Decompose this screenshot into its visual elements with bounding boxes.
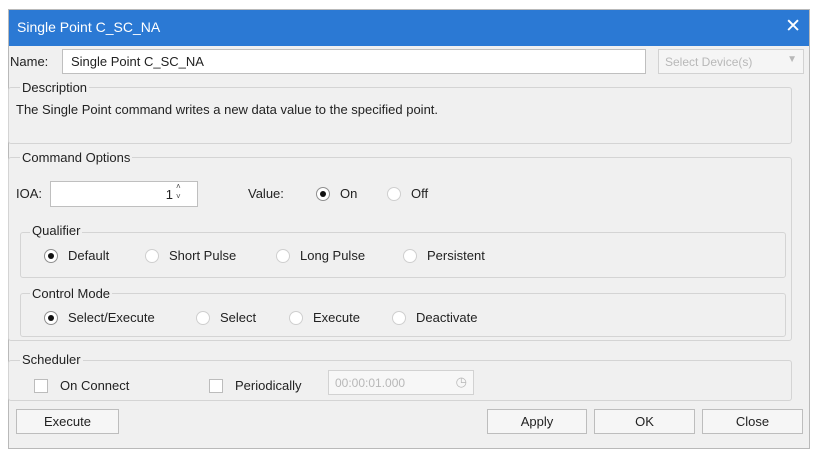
chevron-down-icon: ▼	[787, 54, 797, 65]
radio-label: Off	[411, 186, 429, 201]
radio-label: Select/Execute	[68, 310, 155, 325]
radio-button[interactable]	[145, 249, 159, 263]
scheduler-title: Scheduler	[20, 352, 83, 367]
checkbox-box[interactable]	[34, 379, 48, 393]
title-bar[interactable]: Single Point C_SC_NA ✕	[9, 10, 809, 46]
control-mode-title: Control Mode	[30, 286, 113, 301]
period-time-input[interactable]: 00:00:01.000 ◷	[328, 370, 474, 395]
ioa-spinner[interactable]: ˄ ˅	[176, 182, 181, 202]
chevron-down-icon[interactable]: ˅	[176, 192, 181, 202]
period-time-value: 00:00:01.000	[335, 376, 406, 390]
qualifier-title: Qualifier	[30, 223, 83, 238]
name-input[interactable]	[62, 49, 646, 74]
ioa-label: IOA:	[16, 186, 43, 201]
checkbox-label: Periodically	[235, 378, 302, 393]
radio-label: Short Pulse	[169, 248, 237, 263]
command-options-title: Command Options	[20, 150, 133, 165]
apply-button[interactable]: Apply	[487, 409, 587, 434]
radio-label: On	[340, 186, 358, 201]
radio-button[interactable]	[289, 311, 303, 325]
window-title: Single Point C_SC_NA	[17, 19, 161, 35]
radio-button[interactable]	[403, 249, 417, 263]
clock-icon[interactable]: ◷	[456, 374, 467, 390]
radio-button[interactable]	[392, 311, 406, 325]
description-text: The Single Point command writes a new da…	[16, 102, 439, 117]
select-device-label: Select Device(s)	[665, 55, 753, 69]
value-label: Value:	[248, 186, 284, 201]
description-title: Description	[20, 80, 90, 95]
radio-button[interactable]	[44, 249, 58, 263]
radio-button[interactable]	[316, 187, 330, 201]
radio-label: Execute	[313, 310, 360, 325]
select-device-dropdown[interactable]: Select Device(s) ▼	[658, 49, 804, 74]
chevron-up-icon[interactable]: ˄	[176, 182, 181, 192]
checkbox-label: On Connect	[60, 378, 130, 393]
name-label: Name:	[10, 54, 49, 69]
execute-button[interactable]: Execute	[16, 409, 119, 434]
radio-label: Persistent	[427, 248, 485, 263]
close-button[interactable]: Close	[702, 409, 803, 434]
radio-label: Default	[68, 248, 110, 263]
radio-button[interactable]	[196, 311, 210, 325]
radio-button[interactable]	[276, 249, 290, 263]
radio-label: Long Pulse	[300, 248, 366, 263]
radio-button[interactable]	[387, 187, 401, 201]
close-icon[interactable]: ✕	[785, 16, 801, 38]
radio-label: Deactivate	[416, 310, 478, 325]
checkbox-box[interactable]	[209, 379, 223, 393]
radio-button[interactable]	[44, 311, 58, 325]
radio-label: Select	[220, 310, 257, 325]
name-row: Name: Select Device(s) ▼	[6, 49, 804, 74]
ok-button[interactable]: OK	[594, 409, 695, 434]
